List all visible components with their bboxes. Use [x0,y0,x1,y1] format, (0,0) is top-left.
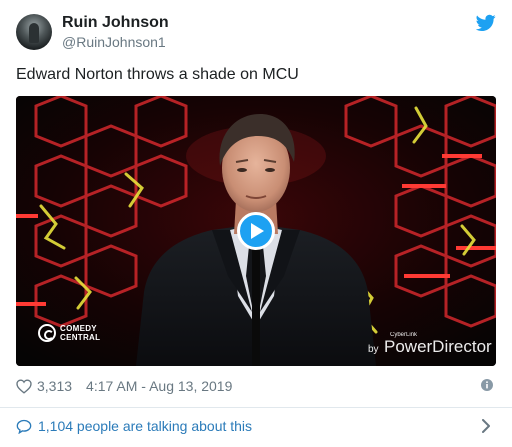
tweet-card: Ruin Johnson @RuinJohnson1 Edward Norton… [0,0,512,447]
watermark-by: by [368,344,379,355]
comedy-central-logo: COMEDY CENTRAL [38,324,100,342]
watermark-brand: PowerDirector [384,337,492,356]
chevron-right-icon[interactable] [482,419,490,433]
video-player[interactable]: COMEDY CENTRAL CyberLink by PowerDirecto… [16,96,496,366]
speech-bubble-icon [16,419,32,434]
tweet-text: Edward Norton throws a shade on MCU [16,66,299,83]
info-icon[interactable] [481,379,493,391]
logo-text-line-1: COMEDY [60,324,97,333]
heart-icon[interactable] [16,378,32,394]
conversation-text[interactable]: 1,104 people are talking about this [38,418,252,434]
avatar[interactable] [16,14,52,50]
conversation-link[interactable]: 1,104 people are talking about this [16,418,252,434]
play-icon [251,223,264,239]
tweet-meta: 3,313 4:17 AM - Aug 13, 2019 [16,377,232,395]
author-handle[interactable]: @RuinJohnson1 [62,34,166,50]
logo-text-line-2: CENTRAL [60,333,101,342]
like-count[interactable]: 3,313 [37,378,72,394]
twitter-bird-icon[interactable] [476,14,496,32]
timestamp[interactable]: 4:17 AM - Aug 13, 2019 [86,378,232,394]
author-name[interactable]: Ruin Johnson [62,14,169,32]
divider [0,407,512,408]
play-button[interactable] [237,212,275,250]
